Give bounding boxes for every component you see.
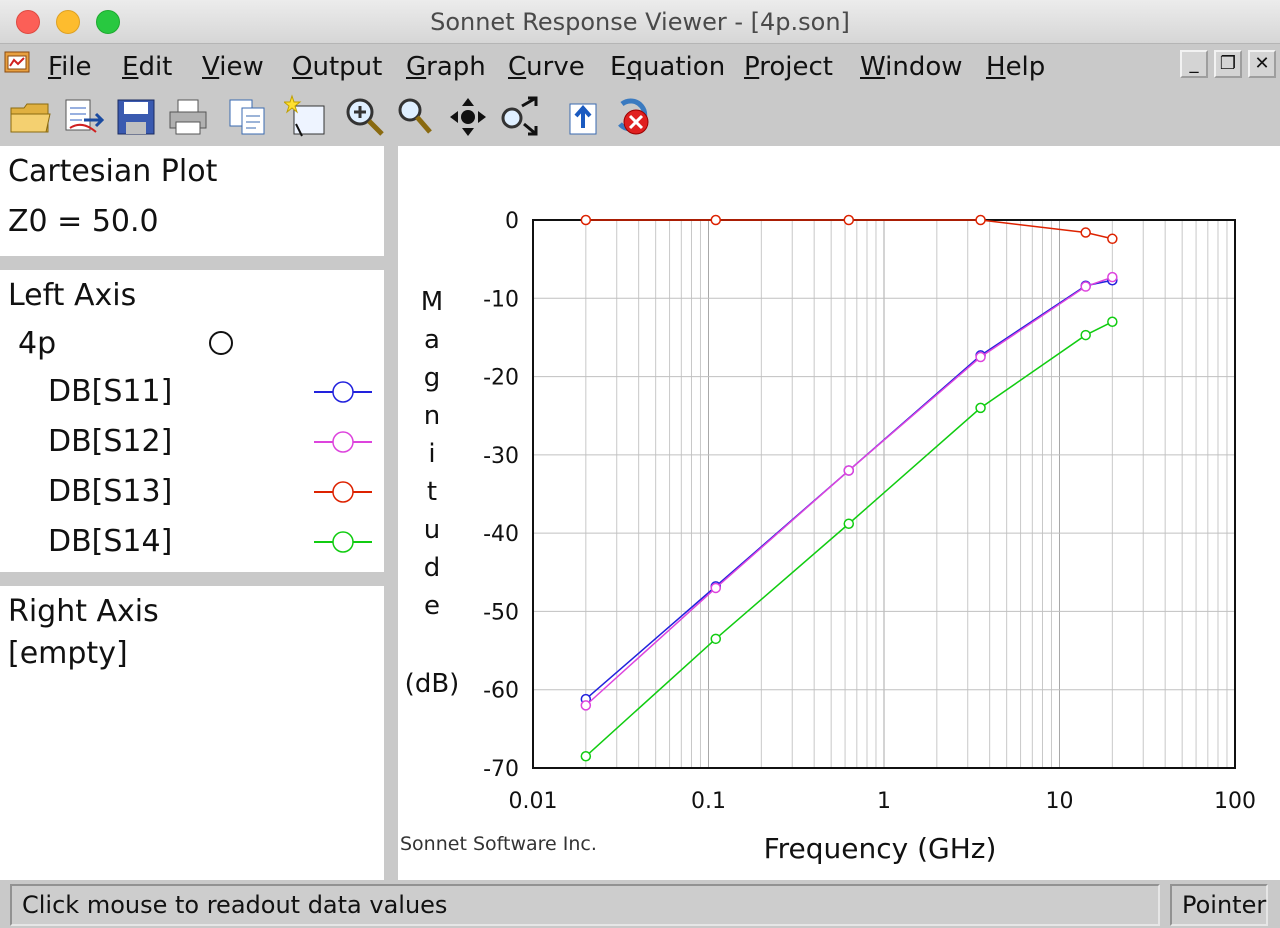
y-tick-label: -60 [483, 679, 519, 704]
y-tick-label: -50 [483, 600, 519, 625]
data-point [580, 700, 592, 711]
menu-file[interactable]: File [48, 52, 92, 82]
right-axis-title: Right Axis [8, 594, 159, 629]
y-axis-label-letter: e [424, 591, 440, 621]
print-icon[interactable] [166, 94, 210, 140]
chart-area[interactable]: 0 -10 -20 -30 -40 -50 -60 -70 0.01 0.1 1 10 100 Frequ… [398, 146, 1280, 880]
data-point [710, 633, 722, 645]
y-tick-label: -40 [483, 522, 519, 547]
new-graph-icon[interactable] [282, 94, 328, 140]
left-axis-panel: Left Axis 4p DB[S11] DB[S12] DB[S13] DB[S14… [0, 270, 384, 572]
x-tick-label: 0.01 [509, 789, 558, 814]
y-axis-label-letter: u [424, 515, 440, 545]
data-point [1107, 271, 1118, 283]
zoom-out-icon[interactable] [394, 94, 438, 140]
save-icon[interactable] [114, 94, 158, 140]
y-tick-label: -70 [483, 757, 519, 782]
data-point [1080, 281, 1091, 292]
stop-icon[interactable] [612, 94, 656, 140]
data-point [1107, 316, 1118, 328]
update-icon[interactable] [562, 94, 606, 140]
data-point [975, 402, 986, 414]
menu-project[interactable]: Project [744, 52, 833, 82]
rescale-icon[interactable] [498, 94, 542, 140]
plot-type-label: Cartesian Plot [8, 154, 218, 189]
mdi-restore-button[interactable]: ❐ [1214, 50, 1242, 78]
series-marker-icon [314, 381, 372, 403]
data-point [580, 751, 592, 762]
series-line [585, 276, 1113, 706]
x-tick-label: 100 [1214, 789, 1256, 814]
pan-icon[interactable] [446, 94, 490, 140]
data-point [1080, 227, 1091, 238]
y-axis-label-letter: d [424, 553, 441, 583]
y-axis-label-letter: M [421, 287, 443, 317]
menu-window[interactable]: Window [860, 52, 963, 82]
impedance-label: Z0 = 50.0 [8, 204, 159, 239]
series-label[interactable]: DB[S14] [48, 524, 172, 559]
right-axis-value: [empty] [8, 636, 128, 671]
series-label[interactable]: DB[S12] [48, 424, 172, 459]
chart-svg[interactable]: 0 -10 -20 -30 -40 -50 -60 -70 0.01 0.1 1 10 100 Frequ… [398, 146, 1280, 880]
y-axis-label-letter: t [427, 477, 437, 507]
data-point [975, 214, 986, 226]
series-line [585, 279, 1113, 700]
right-axis-panel: Right Axis [empty] [0, 586, 384, 880]
series-marker-icon [314, 481, 372, 503]
x-tick-label: 1 [877, 789, 891, 814]
menu-help[interactable]: Help [986, 52, 1045, 82]
data-point [843, 214, 855, 226]
menu-equation[interactable]: Equation [610, 52, 725, 82]
x-tick-label: 10 [1046, 789, 1074, 814]
zoom-in-icon[interactable] [342, 94, 386, 140]
y-axis-label-letter: i [428, 439, 435, 469]
y-tick-label: -10 [483, 287, 519, 312]
menu-view[interactable]: View [202, 52, 264, 82]
data-point [710, 582, 722, 594]
app-icon[interactable] [4, 50, 30, 74]
menu-graph[interactable]: Graph [406, 52, 486, 82]
menu-curve[interactable]: Curve [508, 52, 585, 82]
y-axis-label-letter: a [424, 325, 440, 355]
status-mode: Pointer [1170, 884, 1268, 926]
app-window: Sonnet Response Viewer - [4p.son] File Ed… [0, 0, 1280, 928]
data-point [975, 351, 986, 363]
y-axis-label-letter: n [424, 401, 440, 431]
title-bar: Sonnet Response Viewer - [4p.son] [0, 0, 1280, 44]
project-marker-icon [209, 331, 233, 355]
series-label[interactable]: DB[S13] [48, 474, 172, 509]
import-data-icon[interactable] [62, 94, 106, 140]
plot-info-panel: Cartesian Plot Z0 = 50.0 [0, 146, 384, 256]
x-axis-label: Frequency (GHz) [764, 832, 997, 865]
y-axis-unit: (dB) [405, 669, 460, 699]
credit-label: Sonnet Software Inc. [400, 833, 597, 855]
series-marker-icon [314, 531, 372, 553]
data-point [843, 465, 855, 476]
series-line [585, 321, 1113, 757]
left-axis-title: Left Axis [8, 278, 137, 313]
open-folder-icon[interactable] [8, 94, 52, 140]
menu-edit[interactable]: Edit [122, 52, 172, 82]
x-tick-label: 0.1 [691, 789, 726, 814]
data-point [1107, 233, 1118, 245]
mdi-close-button[interactable]: ✕ [1248, 50, 1276, 78]
y-axis-label-letter: g [424, 363, 441, 393]
project-name[interactable]: 4p [18, 326, 56, 361]
series-marker-icon [314, 431, 372, 453]
series-label[interactable]: DB[S11] [48, 374, 172, 409]
data-point [580, 214, 592, 226]
y-tick-label: -30 [483, 444, 519, 469]
mdi-minimize-button[interactable]: _ [1180, 50, 1208, 78]
data-point [843, 518, 855, 529]
status-message: Click mouse to readout data values [10, 884, 1160, 926]
data-point [710, 214, 722, 226]
menu-output[interactable]: Output [292, 52, 382, 82]
window-title: Sonnet Response Viewer - [4p.son] [430, 8, 850, 36]
data-point [1080, 329, 1091, 341]
y-tick-label: -20 [483, 366, 519, 391]
copy-icon[interactable] [226, 94, 270, 140]
y-tick-label: 0 [505, 209, 519, 234]
